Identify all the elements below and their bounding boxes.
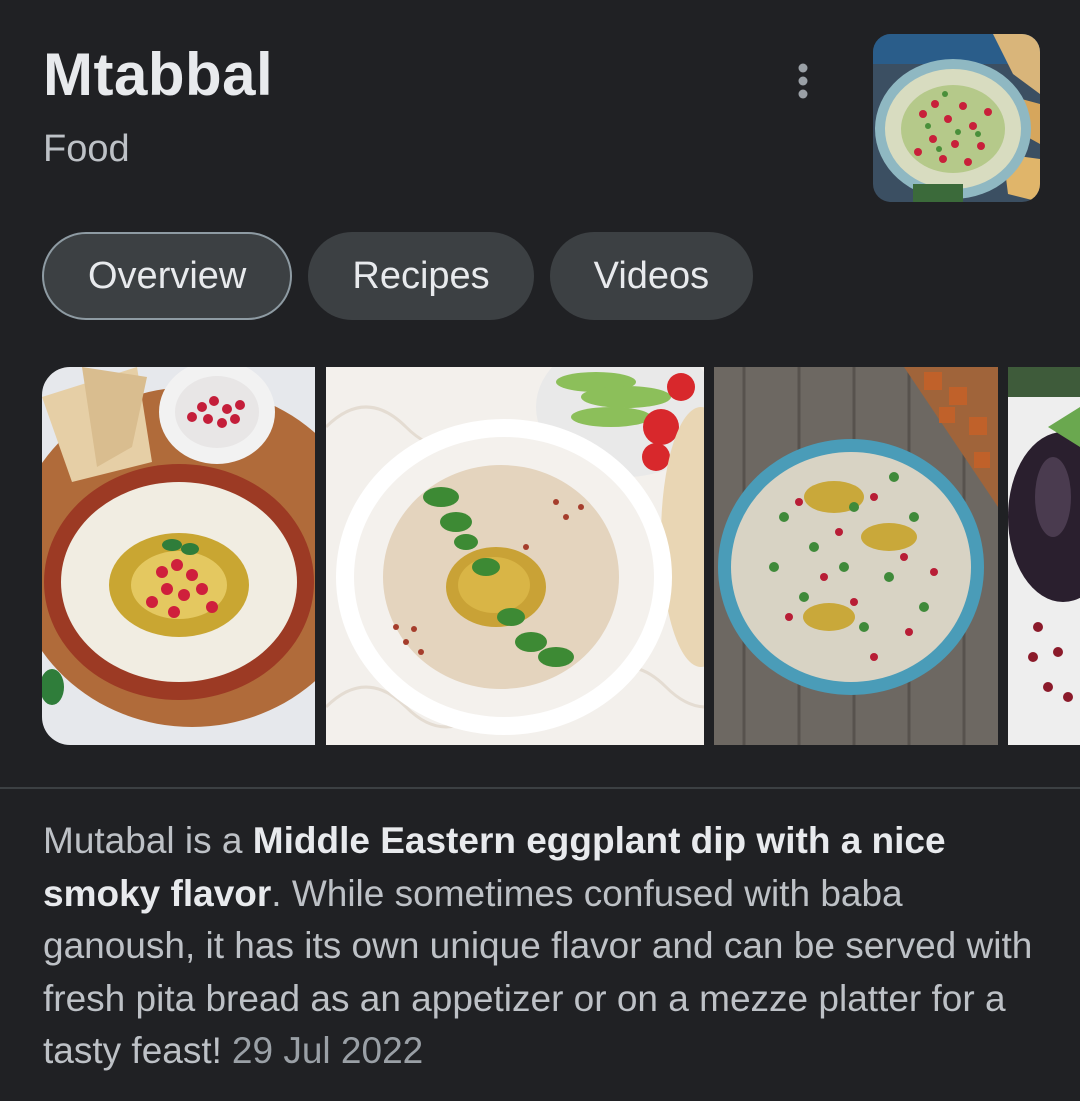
description-date: 29 Jul 2022 — [231, 1030, 424, 1071]
gallery-image-1[interactable] — [42, 367, 315, 745]
knowledge-panel: Mtabbal Food Overview Recipes Videos Mut… — [0, 0, 1080, 1101]
gallery-image-2[interactable] — [326, 367, 704, 745]
gallery-image-4[interactable] — [1008, 367, 1080, 745]
description-text: Mutabal is a Middle Eastern eggplant dip… — [43, 815, 1043, 1078]
image-gallery — [42, 367, 1080, 745]
tab-videos[interactable]: Videos — [549, 232, 754, 320]
section-divider — [0, 787, 1080, 789]
page-title: Mtabbal — [43, 41, 274, 108]
more-vert-icon — [798, 63, 808, 99]
gallery-image-3[interactable] — [714, 367, 998, 745]
tab-recipes[interactable]: Recipes — [308, 232, 534, 320]
tab-bar: Overview Recipes Videos — [42, 232, 754, 320]
more-options-button[interactable] — [780, 58, 826, 104]
tab-overview[interactable]: Overview — [42, 232, 293, 320]
description-intro: Mutabal is a — [43, 820, 253, 861]
thumbnail-image[interactable] — [873, 34, 1040, 202]
page-subtitle: Food — [43, 128, 130, 170]
